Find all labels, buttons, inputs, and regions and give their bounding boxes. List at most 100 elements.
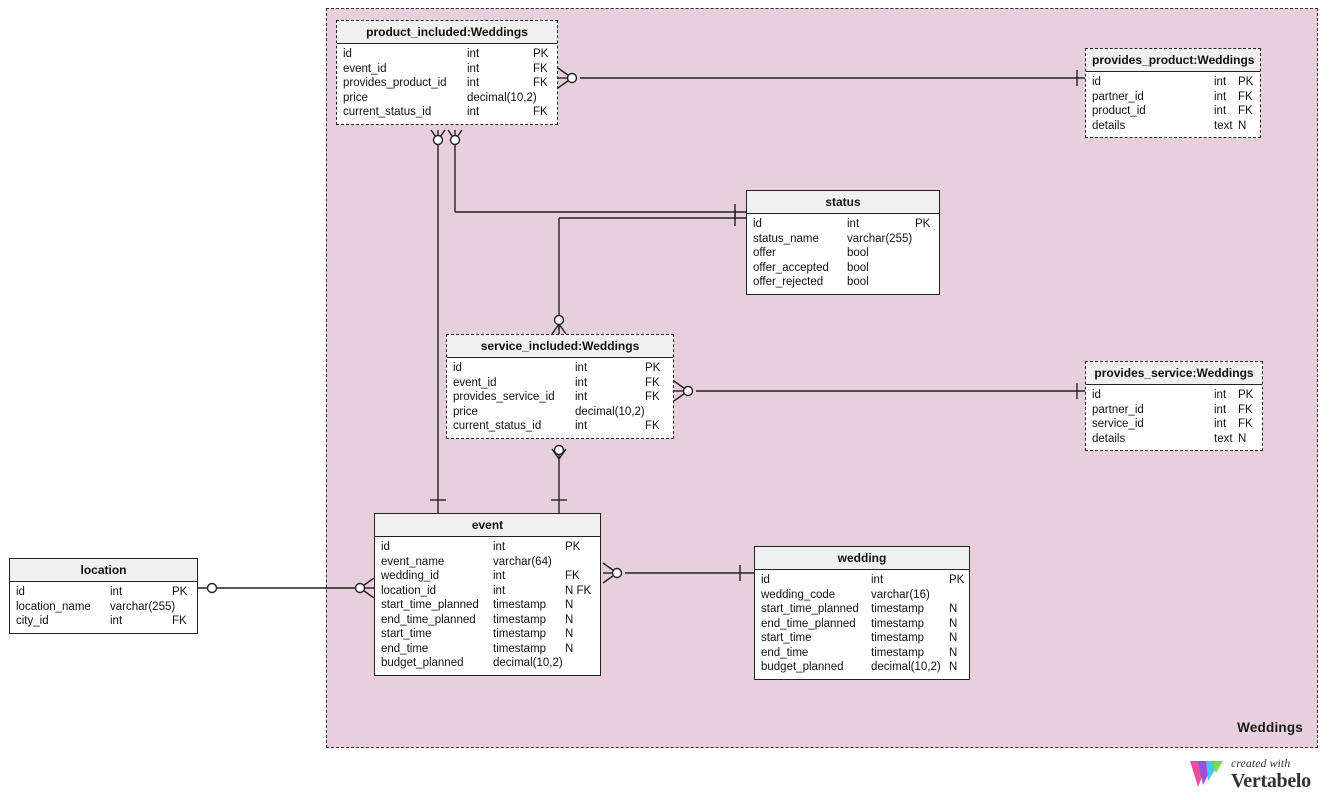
entity-location[interactable]: location id int PK location_name varchar(255)… <box>9 558 198 634</box>
attribute-name: event_name <box>381 555 445 568</box>
attribute-row: start_time_planned timestamp N <box>375 598 600 613</box>
subject-area-label: Weddings <box>1237 720 1303 735</box>
attribute-type: text <box>1214 432 1233 445</box>
attribute-name: details <box>1092 119 1126 132</box>
attribute-type: int <box>871 574 884 586</box>
attribute-row: id int PK <box>755 573 969 588</box>
attribute-type: int <box>493 541 506 553</box>
attribute-name: status_name <box>753 232 819 245</box>
attribute-key: FK <box>645 420 660 432</box>
attribute-row: details text N <box>1086 119 1260 134</box>
attribute-row: id int PK <box>1086 75 1260 90</box>
attribute-key: N <box>565 599 574 611</box>
attribute-type: int <box>1214 76 1227 88</box>
attribute-row: wedding_id int FK <box>375 569 600 584</box>
entity-title-service_included: service_included:Weddings <box>447 335 673 358</box>
entity-provides_service[interactable]: provides_service:Weddings id int PK partner_… <box>1085 361 1263 451</box>
entity-title-wedding: wedding <box>755 547 969 570</box>
attribute-name: start_time <box>761 632 812 644</box>
vertabelo-logo-icon <box>1190 761 1223 787</box>
attribute-type: bool <box>847 261 869 274</box>
attribute-name: offer_accepted <box>753 261 829 274</box>
attribute-row: end_time timestamp N <box>375 642 600 657</box>
attribute-row: budget_planned decimal(10,2) <box>375 656 600 671</box>
attribute-type: int <box>1214 90 1227 103</box>
attribute-row: event_id int FK <box>447 376 673 391</box>
entity-status[interactable]: status id int PK status_name varchar(255) offe… <box>746 190 940 295</box>
entity-title-event: event <box>375 514 600 537</box>
attribute-row: partner_id int FK <box>1086 90 1260 105</box>
attribute-type: int <box>467 106 480 118</box>
attribute-name: wedding_code <box>761 588 836 601</box>
attribute-name: location_name <box>16 600 91 613</box>
attribute-name: product_id <box>1092 105 1146 117</box>
attribute-name: id <box>381 541 390 553</box>
attribute-key: FK <box>172 615 187 627</box>
entity-event[interactable]: event id int PK event_name varchar(64) wedding… <box>374 513 601 676</box>
attribute-name: id <box>453 362 462 374</box>
attribute-row: product_id int FK <box>1086 104 1260 119</box>
attribute-row: id int PK <box>447 361 673 376</box>
attribute-name: wedding_id <box>381 570 440 582</box>
attribute-type: int <box>110 615 123 627</box>
attribute-type: timestamp <box>871 646 925 659</box>
attribute-name: city_id <box>16 615 49 627</box>
attribute-row: id int PK <box>375 540 600 555</box>
attribute-row: price decimal(10,2) <box>337 91 557 106</box>
attribute-name: end_time_planned <box>761 617 856 630</box>
attribute-key: FK <box>533 62 548 75</box>
attribute-type: int <box>467 48 480 60</box>
attribute-key: PK <box>565 541 581 553</box>
attribute-type: int <box>847 218 860 230</box>
attribute-type: varchar(16) <box>871 588 930 601</box>
attribute-type: int <box>1214 403 1227 416</box>
attribute-name: end_time <box>381 642 429 655</box>
attribute-name: start_time_planned <box>761 603 859 615</box>
attribute-type: varchar(64) <box>493 555 552 568</box>
attribute-name: partner_id <box>1092 403 1144 416</box>
attribute-type: timestamp <box>493 642 547 655</box>
attribute-row: id int PK <box>1086 388 1262 403</box>
entity-service_included[interactable]: service_included:Weddings id int PK event_id… <box>446 334 674 439</box>
entity-title-product_included: product_included:Weddings <box>337 21 557 44</box>
entity-attributes-provides_product: id int PK partner_id int FK product_id int FK det… <box>1086 72 1260 137</box>
attribute-type: timestamp <box>493 628 547 640</box>
entity-provides_product[interactable]: provides_product:Weddings id int PK partner_… <box>1085 48 1261 138</box>
attribute-name: service_id <box>1092 418 1144 430</box>
attribute-name: provides_service_id <box>453 391 555 403</box>
attribute-type: decimal(10,2) <box>467 91 537 104</box>
attribute-row: event_id int FK <box>337 62 557 77</box>
attribute-type: decimal(10,2) <box>493 657 563 669</box>
attribute-row: service_id int FK <box>1086 417 1262 432</box>
attribute-name: price <box>453 405 478 418</box>
attribute-row: partner_id int FK <box>1086 403 1262 418</box>
vertabelo-product-name: Vertabelo <box>1231 770 1311 792</box>
attribute-type: timestamp <box>871 632 925 644</box>
attribute-row: offer bool <box>747 246 939 261</box>
entity-product_included[interactable]: product_included:Weddings id int PK event_id… <box>336 20 558 125</box>
attribute-key: N <box>949 646 958 659</box>
attribute-name: id <box>761 574 770 586</box>
attribute-name: start_time_planned <box>381 599 479 611</box>
attribute-row: id int PK <box>747 217 939 232</box>
attribute-name: event_id <box>343 62 387 75</box>
attribute-key: PK <box>645 362 661 374</box>
entity-wedding[interactable]: wedding id int PK wedding_code varchar(16) sta… <box>754 546 970 680</box>
attribute-key: N <box>949 661 958 673</box>
attribute-name: end_time_planned <box>381 613 476 626</box>
attribute-name: id <box>16 586 25 598</box>
attribute-row: offer_accepted bool <box>747 261 939 276</box>
attribute-row: wedding_code varchar(16) <box>755 588 969 603</box>
attribute-row: end_time timestamp N <box>755 646 969 661</box>
attribute-row: end_time_planned timestamp N <box>375 613 600 628</box>
attribute-type: int <box>1214 389 1227 401</box>
attribute-row: budget_planned decimal(10,2) N <box>755 660 969 675</box>
attribute-type: int <box>493 570 506 582</box>
attribute-name: id <box>753 218 762 230</box>
attribute-type: timestamp <box>493 599 547 611</box>
attribute-key: PK <box>172 586 188 598</box>
attribute-type: int <box>110 586 123 598</box>
entity-title-provides_service: provides_service:Weddings <box>1086 362 1262 385</box>
attribute-name: id <box>1092 389 1101 401</box>
attribute-key: N <box>949 603 958 615</box>
